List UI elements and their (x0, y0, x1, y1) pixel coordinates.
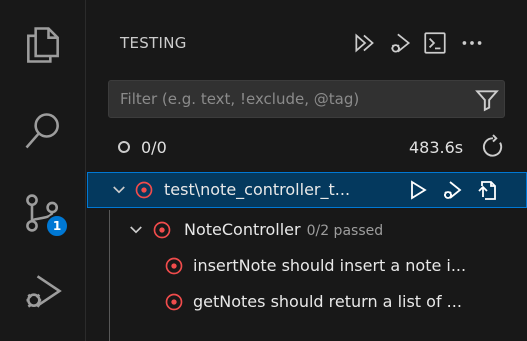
summary-status-icon (118, 141, 130, 153)
activity-source-control[interactable] (0, 178, 86, 248)
error-status-icon (165, 293, 183, 311)
filter-input[interactable] (109, 81, 459, 117)
search-icon (25, 113, 59, 149)
chevron-down-icon[interactable] (110, 181, 128, 199)
refresh-icon[interactable] (480, 134, 506, 160)
debug-test-icon (444, 181, 462, 199)
testing-sidebar: TESTING 0/0 483.6s (87, 0, 527, 341)
terminal-icon (424, 32, 446, 54)
tree-item-label: getNotes should return a list of ... (193, 292, 462, 311)
filter-box (108, 80, 505, 118)
go-to-file-button[interactable] (474, 176, 502, 204)
tree-item-notecontroller[interactable]: NoteController 0/2 passed (87, 212, 527, 248)
tree-item-meta: 0/2 passed (306, 223, 384, 239)
run-test-button[interactable] (404, 176, 432, 204)
summary-count: 0/0 (141, 138, 167, 157)
source-control-badge: 1 (45, 214, 69, 238)
debug-tests-icon (391, 33, 411, 53)
tree-item-getnotes[interactable]: getNotes should return a list of ... (87, 284, 527, 320)
test-summary: 0/0 483.6s (87, 130, 527, 166)
more-actions-icon (462, 41, 482, 45)
go-to-file-icon (478, 181, 496, 200)
tree-item-insertnote[interactable]: insertNote should insert a note i... (87, 248, 527, 284)
tree-item-label: NoteController (184, 220, 301, 239)
run-tests-icon (355, 33, 374, 53)
summary-duration: 483.6s (409, 138, 464, 157)
activity-search[interactable] (0, 96, 86, 166)
sidebar-header: TESTING (87, 0, 527, 72)
run-tests-button[interactable] (350, 28, 380, 58)
debug-tests-button[interactable] (385, 28, 415, 58)
activity-bar: 1 (0, 0, 86, 341)
run-debug-icon (26, 275, 62, 308)
tree-indent-guide (109, 210, 110, 341)
run-test-icon (411, 180, 427, 200)
error-status-icon (135, 181, 153, 199)
terminal-button[interactable] (420, 28, 450, 58)
activity-run-debug[interactable] (0, 256, 86, 326)
filter-icon[interactable] (474, 87, 500, 113)
error-status-icon (153, 221, 171, 239)
more-actions-button[interactable] (457, 28, 487, 58)
activity-explorer[interactable] (0, 10, 86, 80)
tree-item-label: test\note_controller_t... (164, 180, 351, 199)
tree-item-test-file[interactable]: test\note_controller_t... (87, 172, 527, 208)
sidebar-title: TESTING (120, 34, 187, 52)
debug-test-button[interactable] (438, 176, 466, 204)
tree-item-label: insertNote should insert a note i... (193, 256, 467, 275)
chevron-down-icon[interactable] (127, 221, 145, 239)
files-icon (27, 27, 59, 63)
error-status-icon (165, 257, 183, 275)
